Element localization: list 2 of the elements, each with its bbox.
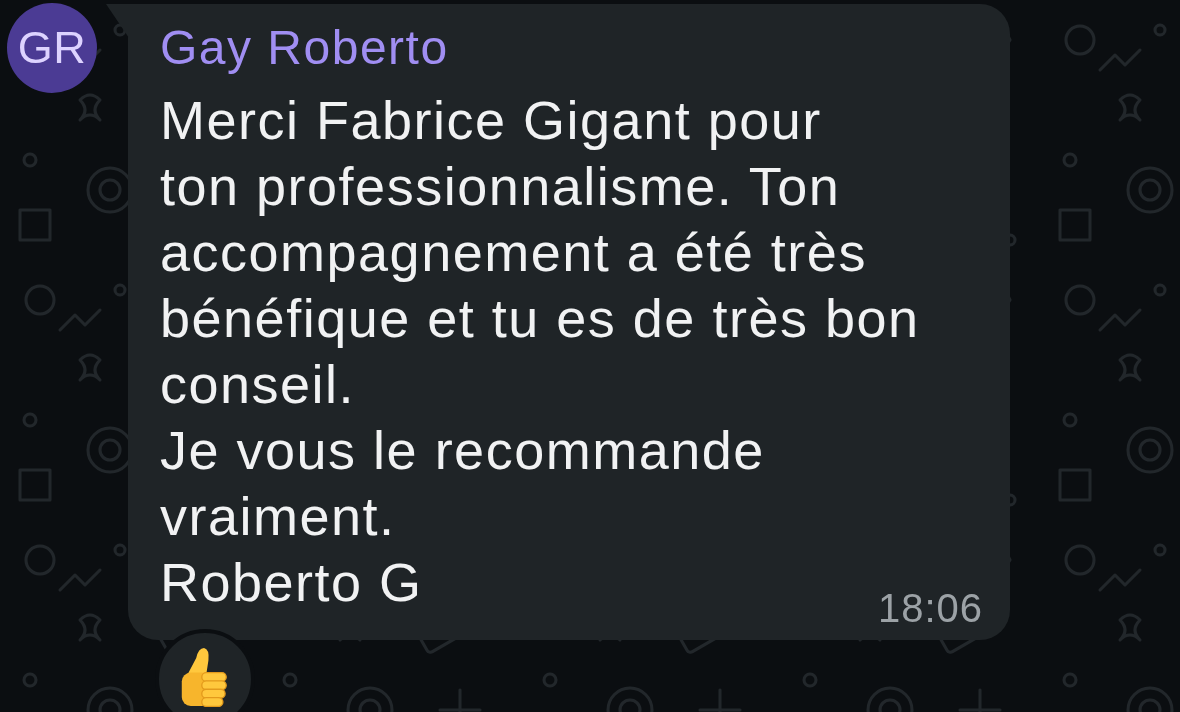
sender-avatar: GR [7,3,97,93]
sender-name: Gay Roberto [160,20,449,76]
